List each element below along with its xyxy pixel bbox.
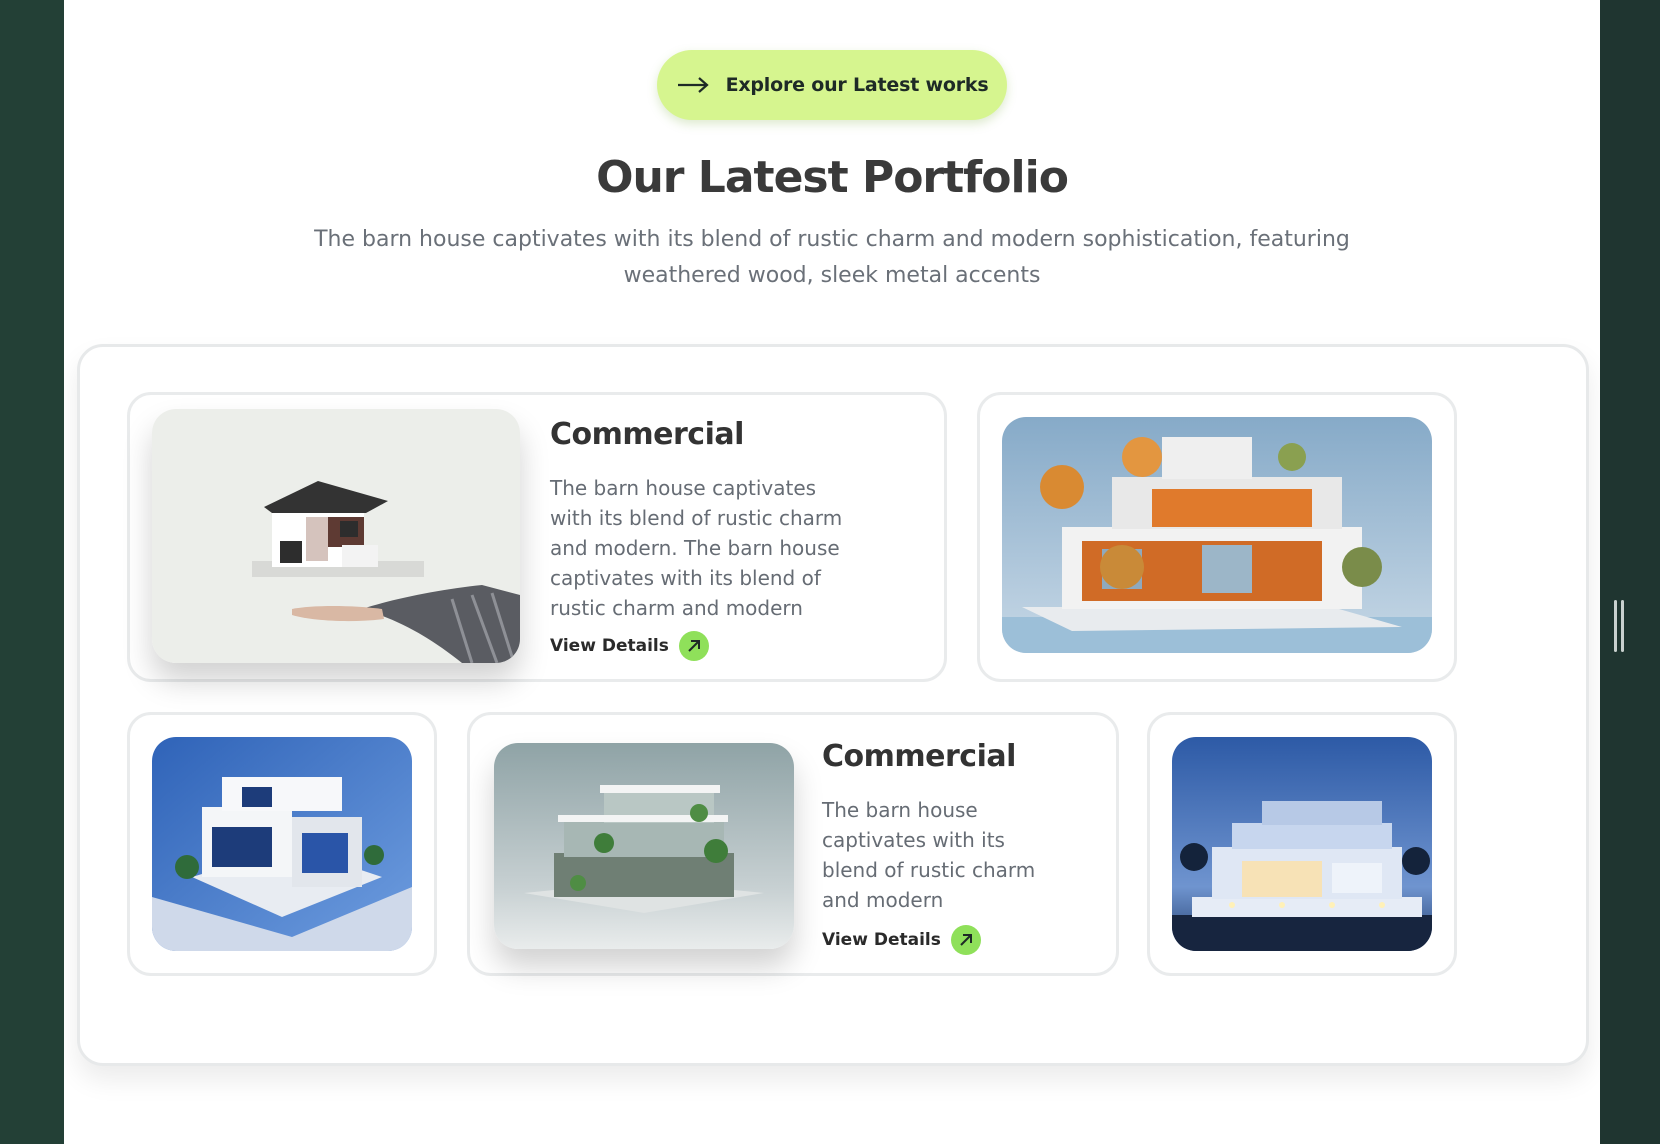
portfolio-image-blue-villa[interactable] xyxy=(152,737,412,951)
arrow-up-right-icon xyxy=(678,631,709,661)
card-description: The barn house captivates with its blend… xyxy=(822,798,1036,912)
page-content: Explore our Latest works Our Latest Port… xyxy=(64,0,1600,1144)
card-description: The barn house captivates with its blend… xyxy=(550,476,843,620)
card-title: Commercial xyxy=(822,739,1016,774)
portfolio-image-glass-house[interactable] xyxy=(494,743,794,949)
portfolio-image-orange-villa[interactable] xyxy=(1002,417,1432,653)
portfolio-panel: Commercial The barn house captivates wit… xyxy=(77,344,1589,1066)
window-frame-right xyxy=(1600,0,1660,1144)
portfolio-image-hand-house[interactable] xyxy=(152,409,520,663)
portfolio-card-image-3[interactable] xyxy=(127,712,437,976)
explore-button-label: Explore our Latest works xyxy=(725,74,989,96)
view-details-link[interactable]: View Details xyxy=(822,925,981,955)
arrow-right-icon xyxy=(677,77,709,93)
view-details-label: View Details xyxy=(822,930,941,950)
card-title: Commercial xyxy=(550,417,744,452)
section-title: Our Latest Portfolio xyxy=(596,152,1069,203)
portfolio-image-night-villa[interactable] xyxy=(1172,737,1432,951)
resize-handle[interactable] xyxy=(1614,600,1624,652)
section-subtitle: The barn house captivates with its blend… xyxy=(314,227,1350,288)
arrow-up-right-icon xyxy=(950,925,981,955)
view-details-link[interactable]: View Details xyxy=(550,631,709,661)
portfolio-card-image-2[interactable] xyxy=(977,392,1457,682)
portfolio-card-commercial-1[interactable]: Commercial The barn house captivates wit… xyxy=(127,392,947,682)
portfolio-card-image-5[interactable] xyxy=(1147,712,1457,976)
portfolio-card-commercial-2[interactable]: Commercial The barn house captivates wit… xyxy=(467,712,1119,976)
view-details-label: View Details xyxy=(550,636,669,656)
explore-latest-works-button[interactable]: Explore our Latest works xyxy=(657,50,1007,120)
